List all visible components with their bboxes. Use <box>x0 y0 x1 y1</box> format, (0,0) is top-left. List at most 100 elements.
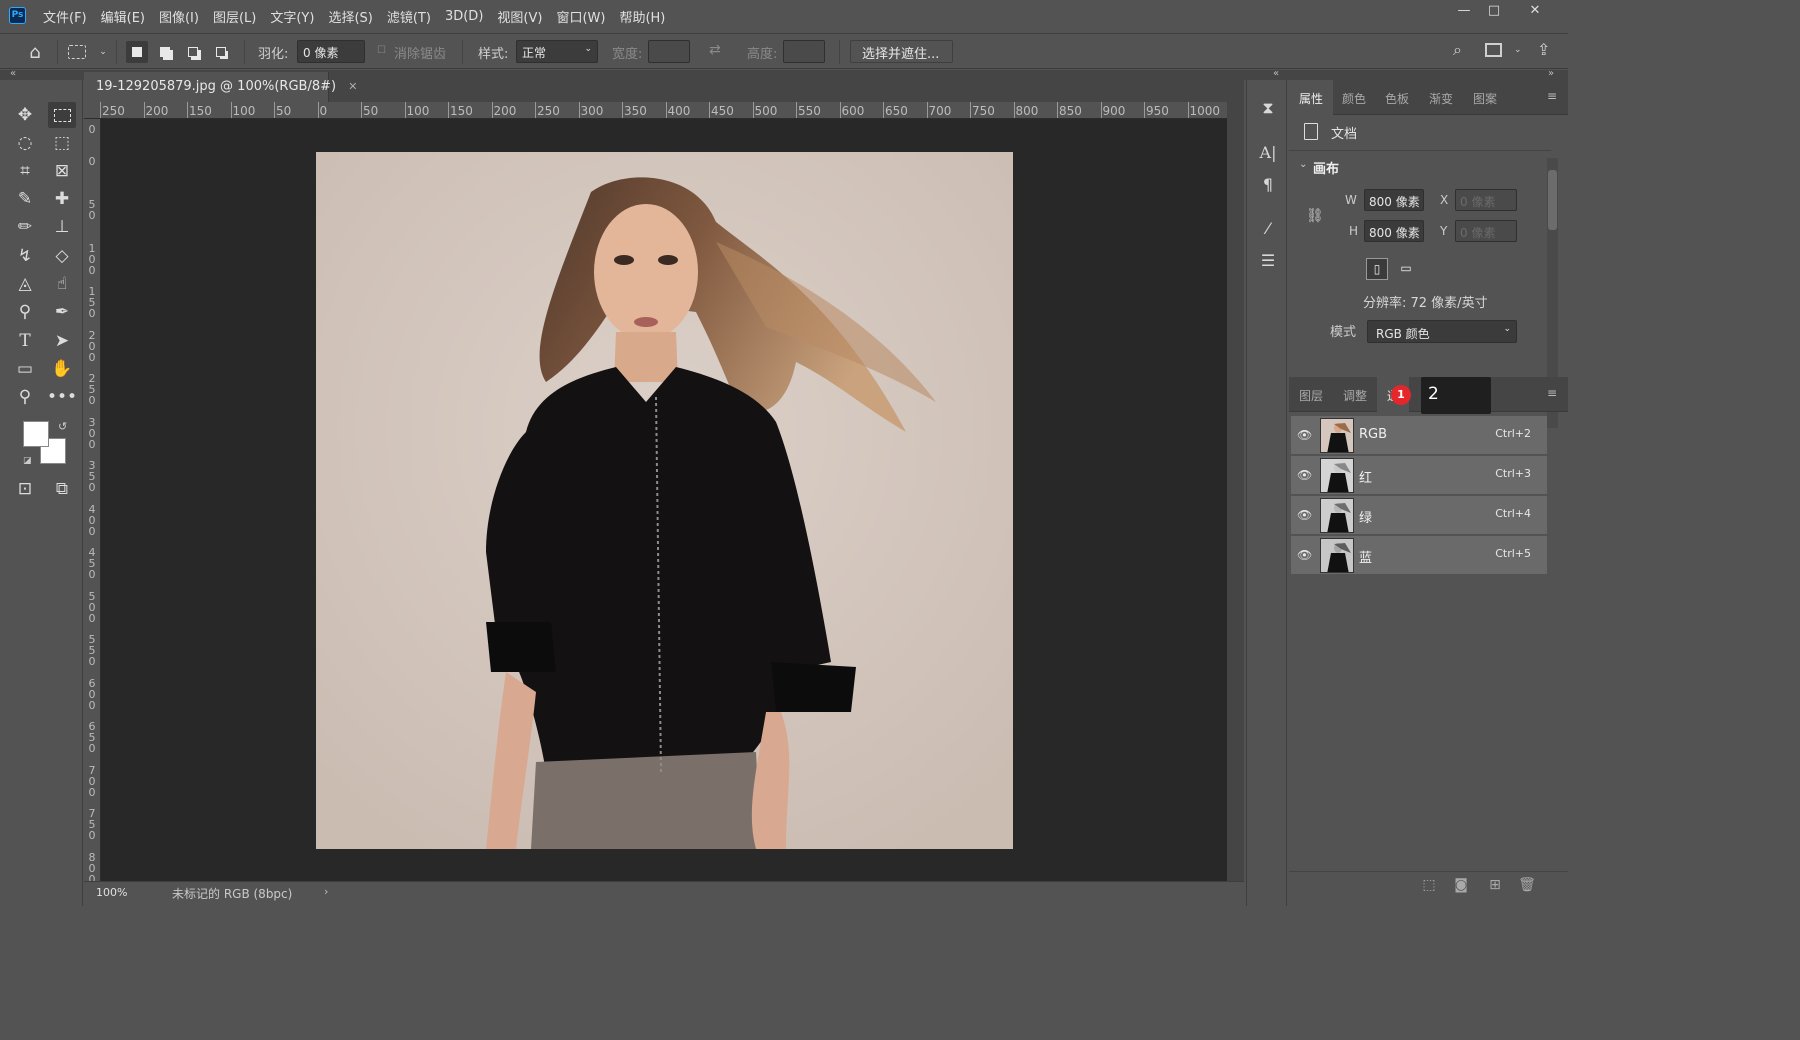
brush-settings-icon[interactable]: ⁄ <box>1255 216 1281 240</box>
tab-adjustments[interactable]: 调整 <box>1333 377 1377 412</box>
tab-layers[interactable]: 图层 <box>1289 377 1333 412</box>
more-tools-icon[interactable]: ••• <box>47 384 77 410</box>
move-tool-icon[interactable]: ✥ <box>11 102 39 128</box>
menu-view[interactable]: 视图(V) <box>490 7 549 26</box>
width-field[interactable]: 800 像素 <box>1364 189 1424 211</box>
eye-icon[interactable]: 👁 <box>1297 468 1313 482</box>
antialias-checkbox[interactable]: ☐ <box>377 45 386 56</box>
history-panel-icon[interactable]: ⧗ <box>1255 96 1281 120</box>
document-image[interactable] <box>316 152 1013 849</box>
new-channel-icon[interactable]: ⊞ <box>1486 877 1504 895</box>
frame-tool-icon[interactable]: ⊠ <box>48 158 76 184</box>
menu-window[interactable]: 窗口(W) <box>549 7 612 26</box>
panel-menu-icon[interactable]: ≡ <box>1547 89 1557 103</box>
restore-button[interactable]: □ <box>1479 3 1509 21</box>
paragraph-panel-icon[interactable]: ¶ <box>1255 172 1281 196</box>
chevron-down-icon[interactable]: ⌄ <box>1299 159 1307 170</box>
search-icon[interactable]: ⌕ <box>1453 40 1462 60</box>
object-select-tool-icon[interactable]: ⬚ <box>48 130 76 156</box>
tab-swatches[interactable]: 色板 <box>1375 80 1419 115</box>
height-input[interactable] <box>783 40 825 63</box>
save-selection-icon[interactable]: ◙ <box>1452 877 1470 895</box>
status-info[interactable]: 未标记的 RGB (8bpc) <box>172 885 292 902</box>
swap-icon[interactable]: ⇄ <box>709 42 721 58</box>
y-field[interactable]: 0 像素 <box>1455 220 1517 242</box>
eyedropper-tool-icon[interactable]: ✎ <box>11 186 39 212</box>
x-field[interactable]: 0 像素 <box>1455 189 1517 211</box>
menu-layer[interactable]: 图层(L) <box>206 7 263 26</box>
history-brush-tool-icon[interactable]: ↯ <box>11 243 39 269</box>
load-selection-icon[interactable]: ⬚ <box>1420 877 1438 895</box>
brush-tool-icon[interactable]: ✏ <box>11 214 39 240</box>
type-tool-icon[interactable]: T <box>11 328 39 354</box>
home-icon[interactable]: ⌂ <box>22 41 48 63</box>
channel-row-green[interactable]: 👁 绿 Ctrl+4 <box>1291 496 1547 535</box>
paint-bucket-tool-icon[interactable]: ◬ <box>11 271 39 297</box>
chevron-down-icon[interactable]: ⌄ <box>92 41 114 63</box>
healing-brush-tool-icon[interactable]: ✚ <box>48 186 76 212</box>
marquee-preset-icon[interactable] <box>68 45 86 59</box>
eye-icon[interactable]: 👁 <box>1297 508 1313 522</box>
chevron-down-icon[interactable]: ⌄ <box>1514 45 1522 55</box>
workspace-icon[interactable] <box>1485 43 1502 57</box>
menu-select[interactable]: 选择(S) <box>321 7 379 26</box>
hand-tool-icon[interactable]: ✋ <box>48 356 76 382</box>
channel-row-red[interactable]: 👁 红 Ctrl+3 <box>1291 456 1547 495</box>
clone-stamp-tool-icon[interactable]: ⊥ <box>48 214 76 240</box>
screen-mode-icon[interactable]: ⧉ <box>48 476 76 502</box>
foreground-color-swatch[interactable] <box>23 421 49 447</box>
tab-patterns[interactable]: 图案 <box>1463 80 1507 115</box>
menu-image[interactable]: 图像(I) <box>152 7 206 26</box>
eye-icon[interactable]: 👁 <box>1297 428 1313 442</box>
chevron-right-icon[interactable]: › <box>324 885 328 898</box>
tab-properties[interactable]: 属性 <box>1289 80 1334 115</box>
width-input[interactable] <box>648 40 690 63</box>
document-tab[interactable]: 19-129205879.jpg @ 100%(RGB/8#) ✕ <box>84 72 357 102</box>
panel-menu-icon[interactable]: ≡ <box>1547 386 1557 400</box>
path-select-tool-icon[interactable]: ➤ <box>48 328 76 354</box>
portrait-orientation-icon[interactable]: ▯ <box>1366 258 1388 280</box>
minimize-button[interactable]: — <box>1449 3 1479 21</box>
dodge-tool-icon[interactable]: ⚲ <box>11 299 39 325</box>
eye-icon[interactable]: 👁 <box>1297 548 1313 562</box>
close-window-button[interactable]: ✕ <box>1520 3 1550 21</box>
default-colors-icon[interactable]: ◪ <box>23 456 32 466</box>
adjust-sliders-icon[interactable]: ☰ <box>1255 248 1281 272</box>
menu-type[interactable]: 文字(Y) <box>263 7 321 26</box>
tab-gradients[interactable]: 渐变 <box>1419 80 1463 115</box>
vertical-scrollbar[interactable] <box>1227 102 1244 881</box>
swap-colors-icon[interactable]: ↺ <box>58 420 67 433</box>
menu-file[interactable]: 文件(F) <box>36 7 94 26</box>
style-select[interactable]: 正常 ⌄ <box>516 40 598 63</box>
tab-color[interactable]: 颜色 <box>1332 80 1376 115</box>
character-panel-icon[interactable]: A| <box>1255 140 1281 164</box>
share-icon[interactable]: ⇪ <box>1537 40 1550 59</box>
select-and-mask-button[interactable]: 选择并遮住... <box>850 40 953 63</box>
subtract-selection-icon[interactable] <box>182 41 204 63</box>
feather-input[interactable]: 0 像素 <box>297 40 365 63</box>
channel-row-blue[interactable]: 👁 蓝 Ctrl+5 <box>1291 536 1547 575</box>
collapse-left-icon[interactable]: « <box>10 68 16 79</box>
rect-marquee-tool-icon[interactable] <box>48 102 76 128</box>
add-selection-icon[interactable] <box>154 41 176 63</box>
pen-tool-icon[interactable]: ✒ <box>48 299 76 325</box>
menu-3d[interactable]: 3D(D) <box>438 9 490 24</box>
close-tab-icon[interactable]: ✕ <box>348 80 357 93</box>
zoom-level[interactable]: 100% <box>96 886 127 899</box>
menu-filter[interactable]: 滤镜(T) <box>380 7 438 26</box>
collapse-dock-icon[interactable]: « <box>1273 68 1279 79</box>
zoom-tool-icon[interactable]: ⚲ <box>11 384 39 410</box>
expand-panels-icon[interactable]: » <box>1548 68 1554 79</box>
lasso-tool-icon[interactable]: ◌ <box>11 130 39 156</box>
height-field[interactable]: 800 像素 <box>1364 220 1424 242</box>
menu-help[interactable]: 帮助(H) <box>612 7 672 26</box>
quick-mask-icon[interactable]: ⊡ <box>11 476 39 502</box>
crop-tool-icon[interactable]: ⌗ <box>11 158 39 184</box>
menu-edit[interactable]: 编辑(E) <box>94 7 152 26</box>
new-selection-icon[interactable] <box>126 41 148 63</box>
mode-select[interactable]: RGB 颜色 ⌄ <box>1367 320 1517 343</box>
smudge-tool-icon[interactable]: ☝ <box>48 271 76 297</box>
intersect-selection-icon[interactable] <box>210 41 232 63</box>
eraser-tool-icon[interactable]: ◇ <box>48 243 76 269</box>
link-icon[interactable]: ⛓ <box>1306 208 1324 224</box>
